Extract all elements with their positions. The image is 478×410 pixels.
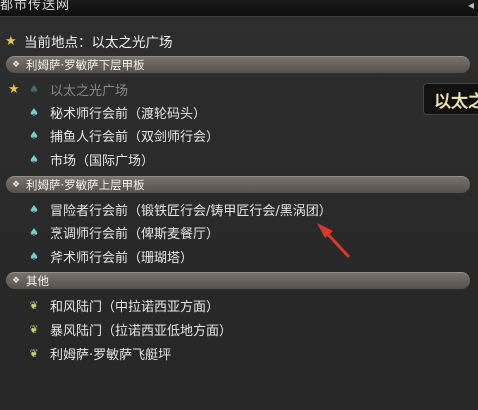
gate-leaf-icon: ❦ (29, 322, 39, 336)
aetheryte-crystal-icon: ♠ (29, 105, 39, 119)
list-item-label: 捕鱼人行会前（双剑师行会） (50, 129, 220, 145)
gate-leaf-icon: ❦ (29, 298, 39, 312)
aetheryte-crystal-icon: ♠ (29, 249, 39, 263)
aetheryte-crystal-icon: ♠ (29, 152, 39, 166)
list-item-label: 暴风陆门（拉诺西亚低地方面） (50, 323, 233, 339)
aetheryte-crystal-icon: ♠ (29, 82, 39, 96)
list-item-label: 利姆萨·罗敏萨飞艇坪 (50, 347, 172, 363)
section-header-label: 利姆萨·罗敏萨上层甲板 (26, 177, 145, 192)
section-header-upper-decks[interactable]: ❖ 利姆萨·罗敏萨上层甲板 (6, 176, 470, 193)
favorite-star-icon[interactable]: ★ (8, 82, 20, 97)
gate-leaf-icon: ❦ (29, 346, 39, 360)
list-item-label: 烹调师行会前（俾斯麦餐厅） (50, 226, 220, 242)
teleport-network-window: 都市传送网 ◂ ★ 当前地点：以太之光广场 ❖ 利姆萨·罗敏萨下层甲板 ★ ♠ … (0, 0, 478, 410)
window-title: 都市传送网 (0, 0, 71, 13)
list-item-label: 以太之光广场 (50, 83, 129, 99)
diamond-cluster-icon: ❖ (12, 59, 21, 70)
diamond-cluster-icon: ❖ (12, 179, 21, 190)
collapse-icon[interactable]: ◂ (468, 0, 474, 12)
section-header-label: 其他 (26, 273, 49, 288)
list-item-label: 冒险者行会前（锻铁匠行会/铸甲匠行会/黑涡团） (50, 203, 332, 219)
section-header-lower-decks[interactable]: ❖ 利姆萨·罗敏萨下层甲板 (6, 56, 470, 73)
list-item-label: 秘术师行会前（渡轮码头） (50, 106, 207, 122)
aetheryte-crystal-icon: ♠ (29, 202, 39, 216)
star-icon: ★ (5, 33, 17, 49)
list-item-label: 市场（国际广场） (50, 153, 155, 169)
current-location-label: 当前地点：以太之光广场 (24, 35, 173, 51)
section-header-other[interactable]: ❖ 其他 (6, 272, 470, 289)
list-item-label: 和风陆门（中拉诺西亚方面） (50, 299, 220, 315)
title-bar[interactable]: 都市传送网 ◂ (0, 0, 478, 17)
current-location: ★ 当前地点：以太之光广场 (5, 30, 173, 52)
list-item-label: 斧术师行会前（珊瑚塔） (50, 250, 194, 266)
aetheryte-crystal-icon: ♠ (29, 225, 39, 239)
diamond-cluster-icon: ❖ (12, 275, 21, 286)
location-tooltip: 以太之光广场 (423, 83, 478, 115)
aetheryte-crystal-icon: ♠ (29, 128, 39, 142)
section-header-label: 利姆萨·罗敏萨下层甲板 (26, 57, 145, 72)
